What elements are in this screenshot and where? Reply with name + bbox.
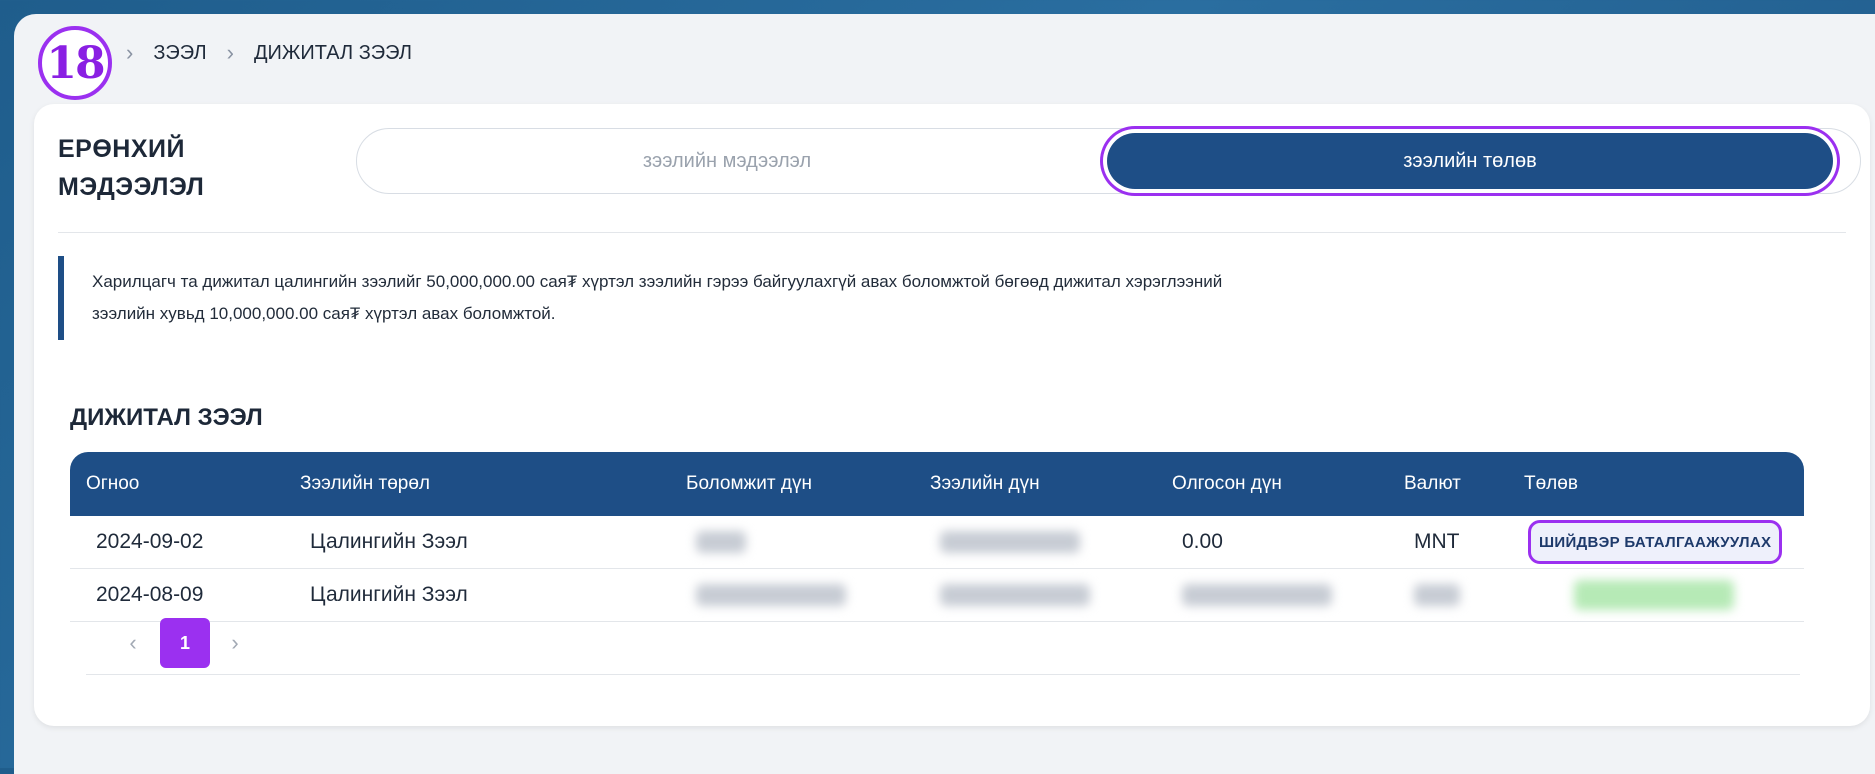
th-loan-type: Зээлийн төрөл: [300, 473, 431, 494]
page-button-1[interactable]: 1: [160, 618, 210, 668]
th-currency: Валют: [1404, 473, 1461, 494]
divider: [58, 232, 1846, 233]
th-available-amount: Боломжит дүн: [686, 473, 812, 494]
main-card: ЕРӨНХИЙ МЭДЭЭЛЭЛ зээлийн мэдээлэл зээлий…: [34, 104, 1870, 726]
cell-available-amount-redacted: [696, 516, 746, 568]
th-issued-amount: Олгосон дүн: [1172, 473, 1282, 494]
tab-loan-status[interactable]: зээлийн төлөв: [1107, 133, 1833, 189]
cell-status: ШИЙДВЭР БАТАЛГААЖУУЛАХ: [1528, 516, 1783, 568]
table-row[interactable]: 2024-09-02 Цалингийн Зээл 0.00 MNT ШИЙДВ…: [70, 516, 1804, 569]
breadcrumb-item-loan[interactable]: ЗЭЭЛ: [153, 42, 206, 65]
general-info-title-line1: ЕРӨНХИЙ: [58, 135, 185, 163]
chevron-right-icon: ›: [126, 40, 134, 65]
notice-line-2: зээлийн хувьд 10,000,000.00 сая₮ хүртэл …: [92, 304, 556, 323]
general-info-title-line2: МЭДЭЭЛЭЛ: [58, 173, 205, 201]
chevron-right-icon[interactable]: ›: [210, 618, 260, 668]
th-date: Огноо: [86, 473, 140, 494]
section-title: ДИЖИТАЛ ЗЭЭЛ: [70, 404, 263, 431]
cell-issued-amount: 0.00: [1182, 530, 1223, 553]
th-status: Төлөв: [1524, 473, 1578, 494]
breadcrumb: › ЗЭЭЛ › ДИЖИТАЛ ЗЭЭЛ: [126, 40, 412, 66]
th-loan-amount: Зээлийн дүн: [930, 473, 1040, 494]
chevron-right-icon: ›: [226, 40, 234, 65]
cell-loan-amount-redacted: [940, 516, 1080, 568]
info-notice: Харилцагч та дижитал цалингийн зээлийг 5…: [58, 256, 1552, 340]
tab-loan-info[interactable]: зээлийн мэдээлэл: [357, 129, 1097, 193]
tab-switcher: зээлийн мэдээлэл зээлийн төлөв: [356, 128, 1861, 194]
pagination: ‹ 1 ›: [86, 608, 1800, 675]
cell-currency: MNT: [1414, 530, 1460, 553]
general-info-title: ЕРӨНХИЙ МЭДЭЭЛЭЛ: [58, 130, 204, 206]
loans-table: Огноо Зээлийн төрөл Боломжит дүн Зээлийн…: [70, 452, 1804, 622]
step-number-badge: 18: [38, 26, 112, 100]
cell-date: 2024-09-02: [96, 530, 204, 553]
notice-line-1: Харилцагч та дижитал цалингийн зээлийг 5…: [92, 272, 1223, 291]
chevron-left-icon[interactable]: ‹: [108, 618, 158, 668]
cell-loan-type: Цалингийн Зээл: [310, 530, 468, 553]
breadcrumb-item-digital-loan[interactable]: ДИЖИТАЛ ЗЭЭЛ: [254, 42, 412, 65]
status-badge[interactable]: ШИЙДВЭР БАТАЛГААЖУУЛАХ: [1528, 520, 1783, 564]
table-header: Огноо Зээлийн төрөл Боломжит дүн Зээлийн…: [70, 452, 1804, 516]
